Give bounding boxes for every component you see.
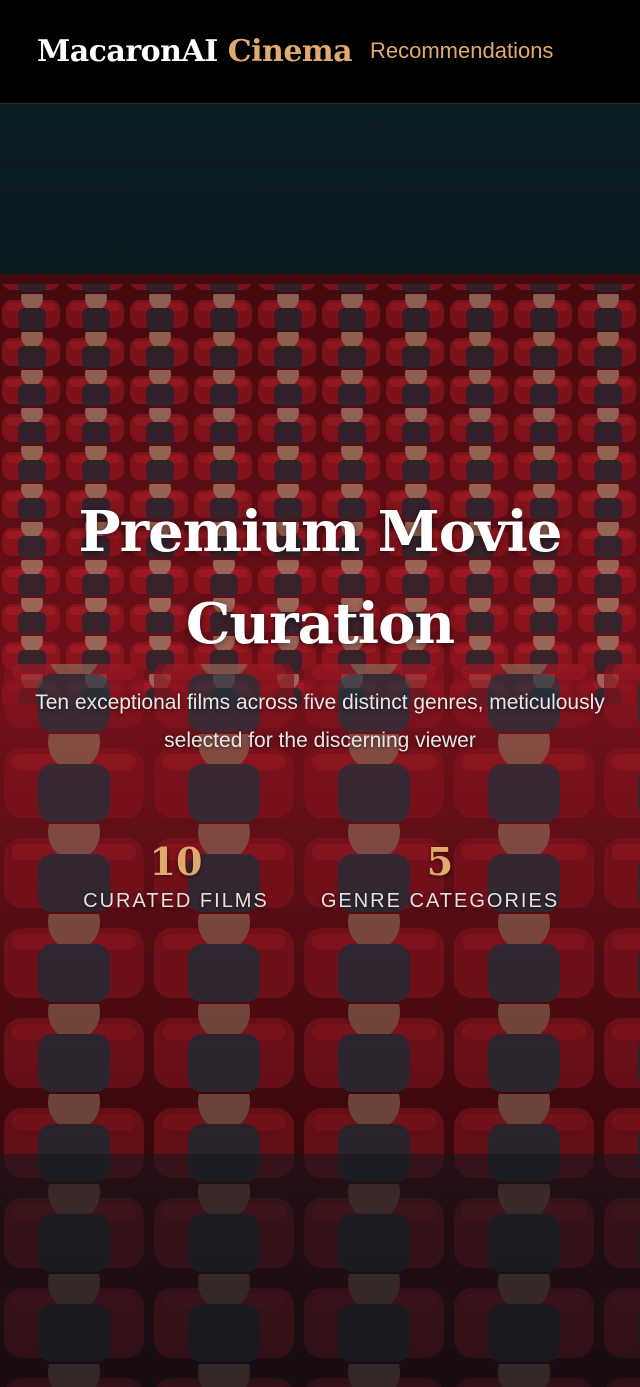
stats-row: 10 CURATED FILMS 5 GENRE CATEGORIES [0,839,640,919]
stat-label: CURATED FILMS [83,890,269,912]
hero-section: Premium Movie Curation Ten exceptional f… [0,104,640,1387]
hero-subtitle: Ten exceptional films across five distin… [35,691,605,752]
stat-number: 10 [149,839,203,884]
stat-label: GENRE CATEGORIES [320,890,560,912]
nav-link-recommendations[interactable]: Recommendations [370,38,553,64]
hero-title: Premium Movie Curation [78,499,562,657]
brand-logo[interactable]: MacaronAI Cinema [37,34,353,69]
stat-genre-categories: 5 GENRE CATEGORIES [310,839,570,915]
stat-number: 5 [426,839,454,884]
top-navbar: MacaronAI Cinema Recommendations [0,0,640,104]
brand-name: MacaronAI [37,34,218,69]
stat-curated-films: 10 CURATED FILMS [46,839,306,915]
brand-accent: Cinema [227,34,353,69]
